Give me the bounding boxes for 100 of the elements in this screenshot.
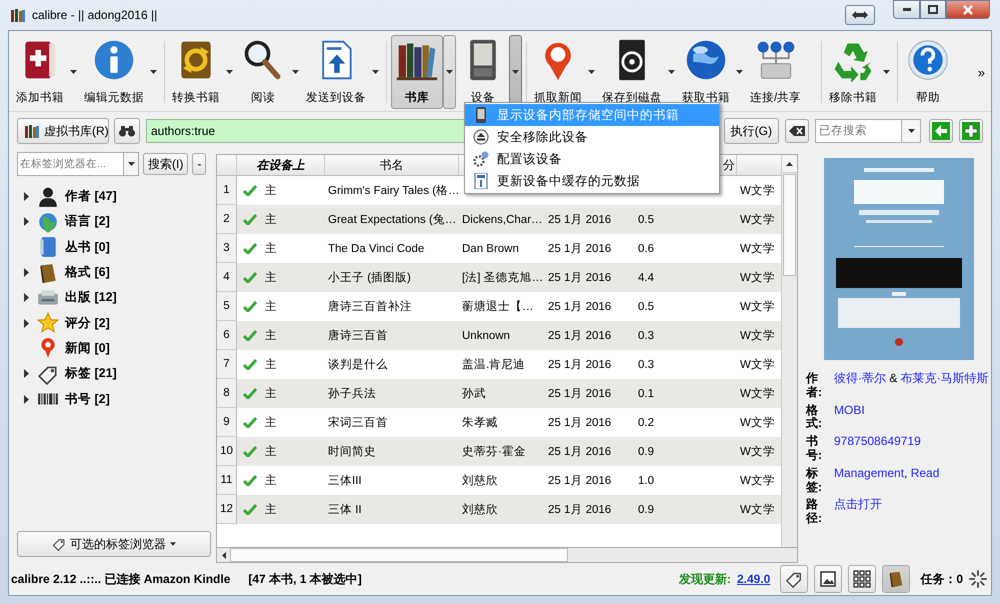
plus-button[interactable]: [959, 119, 983, 143]
scrollbar-thumb[interactable]: [783, 174, 796, 276]
tag-category[interactable]: 丛书 [0]: [65, 238, 110, 256]
link[interactable]: 彼得·蒂尔: [834, 371, 886, 385]
close-button[interactable]: [946, 0, 990, 19]
collapse-button[interactable]: -: [192, 153, 206, 175]
table-cell-text: 史蒂芬·霍金: [461, 444, 527, 460]
saved-search-field[interactable]: 已存搜索: [815, 119, 901, 143]
tag-category[interactable]: 标签 [21]: [65, 365, 117, 382]
row-number: 9: [217, 408, 237, 437]
table-cell-text: 唐诗三百首: [327, 328, 389, 344]
dropdown-arrow-button[interactable]: [901, 119, 921, 143]
row-number: 6: [217, 321, 237, 350]
tag-browser-button[interactable]: 可选的标签浏览器: [17, 531, 211, 557]
row-number: 3: [217, 234, 237, 263]
table-cell-text: 0.3: [637, 328, 655, 344]
book-button[interactable]: [882, 565, 910, 593]
table-cell-text: 0.5: [637, 212, 655, 228]
toolbar-button[interactable]: 移除书籍: [826, 35, 880, 109]
tag-category[interactable]: 新闻 [0]: [65, 340, 110, 357]
tag-filter-field[interactable]: 在标签浏览器在...: [17, 152, 123, 176]
tag-category[interactable]: 作者 [47]: [65, 188, 117, 206]
table-cell-text: W文学: [739, 358, 776, 373]
toolbar-button[interactable]: 添加书籍: [13, 35, 67, 109]
table-cell-text: 小王子 (插图版): [327, 270, 412, 286]
table-cell-text: 0.1: [637, 386, 655, 402]
tag-category[interactable]: 评分 [2]: [65, 314, 110, 332]
virtual-library-button[interactable]: 虚拟书库(R): [17, 118, 109, 144]
link[interactable]: Management: [834, 466, 904, 480]
minimize-icon: [902, 8, 910, 11]
binoculars-icon: [118, 125, 136, 137]
clear-button[interactable]: [785, 119, 809, 143]
table-cell-text: 朱孝臧: [461, 416, 499, 431]
caret-icon: [512, 70, 519, 74]
more-button[interactable]: »: [976, 64, 987, 80]
link[interactable]: MOBI: [834, 402, 865, 417]
table-cell: 主: [265, 357, 277, 372]
binoculars-button[interactable]: [114, 118, 140, 144]
separator-text: ,: [904, 466, 908, 480]
table-cell-text: 4.4: [637, 270, 655, 286]
table-cell-text: 0.5: [637, 300, 655, 314]
cover-button[interactable]: [814, 565, 842, 593]
link[interactable]: 9787508649719: [834, 434, 921, 448]
link[interactable]: Read: [910, 466, 940, 480]
table-cell: 主: [265, 502, 277, 517]
table-cell-text: Dan Brown: [461, 242, 520, 256]
column-header[interactable]: 书名: [325, 155, 459, 175]
tag-category[interactable]: 格式 [6]: [65, 264, 110, 282]
toolbar-button[interactable]: 发送到设备: [303, 35, 369, 109]
dropdown-arrow-button[interactable]: [123, 152, 139, 176]
horizontal-scrollbar[interactable]: [216, 547, 798, 563]
table-cell: 主: [265, 241, 277, 256]
grid-button[interactable]: [848, 565, 876, 593]
tag-category[interactable]: 出版 [12]: [65, 289, 117, 306]
book-icon: [887, 569, 906, 589]
table-cell-text: 0.9: [637, 502, 655, 518]
toolbar-button[interactable]: 阅读: [237, 35, 289, 109]
row-number: 11: [217, 466, 237, 495]
toolbar-button[interactable]: 转换书籍: [169, 35, 223, 109]
tag-category[interactable]: 书号 [2]: [65, 390, 110, 408]
field-label: 书号:: [806, 435, 820, 463]
maximize-button[interactable]: [920, 0, 946, 19]
table-cell-text: W文学: [739, 212, 776, 228]
vertical-scrollbar[interactable]: [781, 155, 797, 547]
table-cell-text: 25 1月 2016: [547, 213, 612, 228]
execute-button[interactable]: 执行(G): [724, 118, 779, 144]
window-title: calibre - || adong2016 ||: [32, 8, 158, 22]
scrollbar-thumb[interactable]: [230, 548, 568, 562]
column-header[interactable]: 在设备上: [237, 155, 325, 175]
menu-item[interactable]: 配置该设备: [465, 148, 719, 170]
table-cell-text: W文学: [739, 184, 776, 199]
table-cell: 主: [265, 444, 277, 459]
tag-button[interactable]: [780, 565, 808, 593]
table-cell-text: 1.0: [637, 474, 655, 488]
toolbar-button[interactable]: 编辑元数据: [81, 35, 147, 109]
minimize-button[interactable]: [893, 0, 920, 19]
double-arrow-button[interactable]: [845, 5, 875, 25]
table-cell: 主: [265, 183, 277, 198]
toolbar-button[interactable]: 连接/共享: [747, 35, 804, 109]
row-number: 8: [217, 379, 237, 408]
caret-icon: [736, 70, 743, 74]
search-button[interactable]: 搜索(I): [143, 153, 188, 175]
menu-item[interactable]: 更新设备中缓存的元数据: [465, 170, 719, 192]
link[interactable]: 布莱克·马斯特斯: [900, 371, 989, 385]
toolbar-button[interactable]: 书库: [391, 35, 443, 109]
table-cell: 主: [265, 386, 277, 401]
caret-icon: [588, 70, 595, 74]
toolbar-button[interactable]: 帮助: [902, 35, 954, 109]
table-cell-text: W文学: [739, 328, 776, 344]
link[interactable]: 点击打开: [834, 497, 882, 512]
table-cell-text: 25 1月 2016: [547, 242, 612, 257]
tag-category[interactable]: 语言 [2]: [65, 213, 110, 230]
caret-icon: [372, 70, 379, 74]
table-cell-text: W文学: [739, 386, 776, 402]
field-label: 作者:: [806, 372, 820, 400]
field-label: 路径:: [806, 498, 820, 526]
scroll-up-button[interactable]: [782, 155, 797, 173]
plus-icon: [962, 122, 980, 140]
update-link[interactable]: 2.49.0: [736, 572, 770, 586]
arrow-button[interactable]: [929, 119, 953, 143]
